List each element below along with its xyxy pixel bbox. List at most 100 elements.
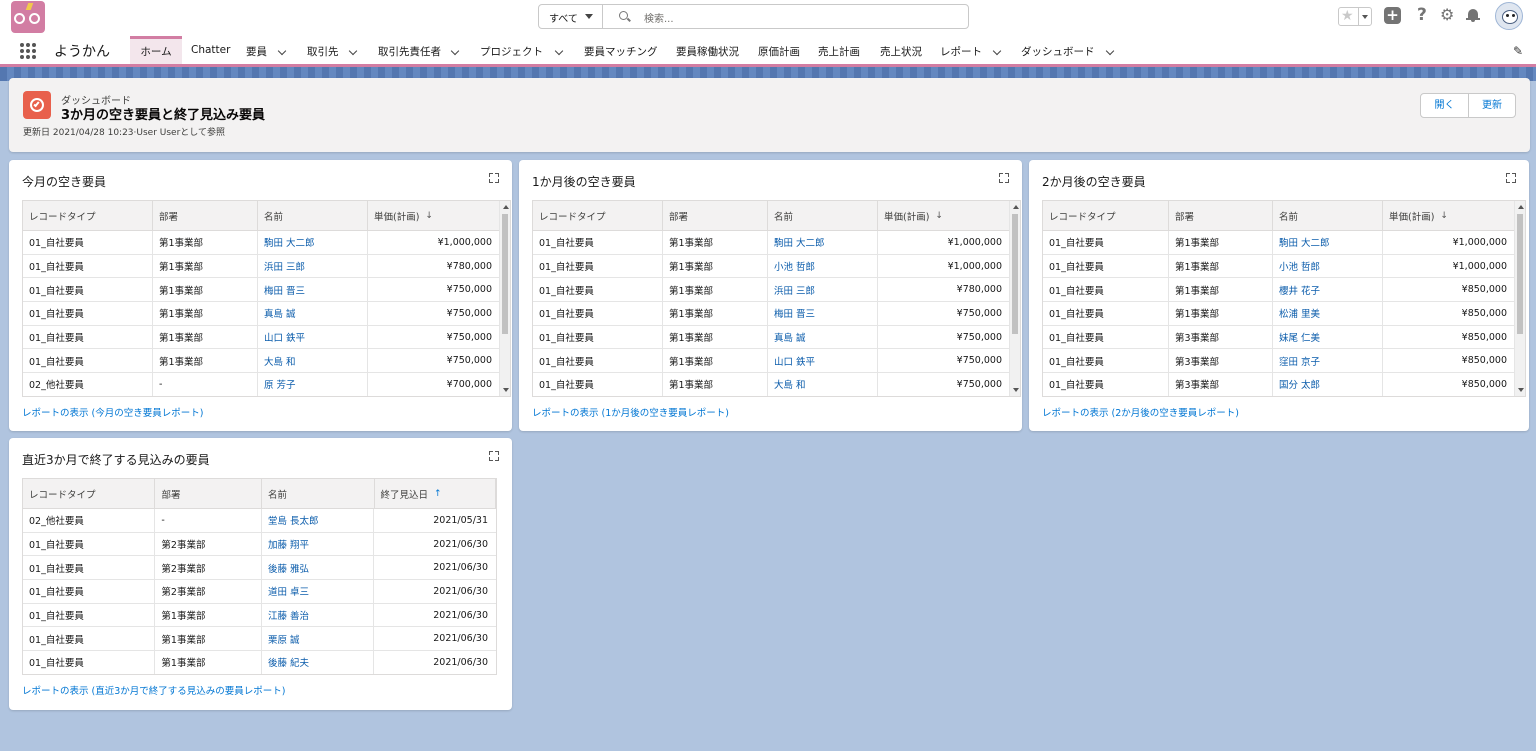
member-name-link[interactable]: 窪田 京子 — [1273, 349, 1383, 373]
nav-tab-projects[interactable]: プロジェクト — [480, 36, 566, 64]
expand-icon[interactable] — [999, 173, 1009, 183]
table-scrollbar[interactable] — [499, 201, 510, 396]
scrollbar-thumb[interactable] — [1517, 214, 1523, 334]
member-name-link[interactable]: 小池 哲郎 — [1273, 254, 1383, 278]
nav-tab-sales-status[interactable]: 売上状況 — [880, 36, 922, 64]
expand-icon[interactable] — [489, 173, 499, 183]
column-header[interactable]: 終了見込日 ↑ — [375, 479, 496, 508]
nav-tab-members[interactable]: 要員 — [246, 36, 292, 64]
global-actions-plus-icon[interactable]: + — [1384, 7, 1401, 24]
nav-tab-dashboards[interactable]: ダッシュボード — [1021, 36, 1117, 64]
favorites-button[interactable]: ★ — [1338, 7, 1372, 26]
member-name-link[interactable]: 真島 誠 — [768, 325, 878, 349]
member-name-link[interactable]: 江藤 善治 — [262, 603, 375, 627]
scrollbar-thumb[interactable] — [1012, 214, 1018, 334]
expand-icon[interactable] — [1506, 173, 1516, 183]
column-header[interactable]: 部署 — [663, 201, 768, 230]
view-report-link[interactable]: レポートの表示 (直近3か月で終了する見込みの要員レポート) — [22, 683, 285, 697]
member-name-link[interactable]: 駒田 大二郎 — [768, 231, 878, 254]
nav-tab-chatter[interactable]: Chatter — [191, 36, 230, 64]
chevron-down-icon[interactable] — [277, 46, 287, 56]
column-header[interactable]: 名前 — [258, 201, 368, 230]
column-header[interactable]: 名前 — [768, 201, 878, 230]
member-name-link[interactable]: 原 芳子 — [258, 373, 368, 396]
member-name-link[interactable]: 浜田 三郎 — [768, 278, 878, 302]
member-name-link[interactable]: 梅田 晋三 — [258, 278, 368, 302]
member-name-link[interactable]: 妹尾 仁美 — [1273, 325, 1383, 349]
nav-tab-contacts[interactable]: 取引先責任者 — [378, 36, 464, 64]
gear-icon[interactable]: ⚙ — [1440, 5, 1454, 24]
edit-nav-pencil-icon[interactable]: ✎ — [1513, 44, 1523, 58]
global-search[interactable]: すべて 検索... — [538, 4, 969, 29]
column-header[interactable]: レコードタイプ — [1043, 201, 1169, 230]
nav-tab-home[interactable]: ホーム — [130, 36, 182, 64]
member-name-link[interactable]: 小池 哲郎 — [768, 254, 878, 278]
member-name-link[interactable]: 駒田 大二郎 — [1273, 231, 1383, 254]
column-header[interactable]: 名前 — [1273, 201, 1383, 230]
nav-tab-member-matching[interactable]: 要員マッチング — [584, 36, 658, 64]
member-name-link[interactable]: 後藤 雅弘 — [262, 556, 375, 580]
member-name-link[interactable]: 櫻井 花子 — [1273, 278, 1383, 302]
refresh-button[interactable]: 更新 — [1468, 94, 1515, 117]
member-name-link[interactable]: 国分 太郎 — [1273, 373, 1383, 396]
nav-tab-cost-plan[interactable]: 原価計画 — [758, 36, 800, 64]
nav-tab-accounts[interactable]: 取引先 — [307, 36, 363, 64]
user-avatar[interactable] — [1495, 2, 1523, 30]
nav-tab-reports[interactable]: レポート — [940, 36, 1006, 64]
member-name-link[interactable]: 梅田 晋三 — [768, 302, 878, 325]
sort-descending-icon[interactable]: ↓ — [935, 211, 943, 221]
scroll-up-icon[interactable] — [503, 205, 509, 209]
column-header[interactable]: 部署 — [155, 479, 262, 508]
chevron-down-icon[interactable] — [348, 46, 358, 56]
sort-ascending-icon[interactable]: ↑ — [434, 489, 442, 499]
search-scope-select[interactable]: すべて — [539, 5, 603, 28]
scrollbar-thumb[interactable] — [502, 214, 508, 334]
column-header[interactable]: 単価(計画) ↓ — [878, 201, 1010, 230]
view-report-link[interactable]: レポートの表示 (2か月後の空き要員レポート) — [1042, 405, 1239, 419]
chevron-down-icon[interactable] — [992, 46, 1002, 56]
scroll-up-icon[interactable] — [1013, 205, 1019, 209]
notification-bell-icon[interactable] — [1466, 9, 1480, 22]
view-report-link[interactable]: レポートの表示 (1か月後の空き要員レポート) — [532, 405, 729, 419]
column-header[interactable]: 部署 — [153, 201, 258, 230]
app-logo[interactable] — [11, 1, 45, 33]
chevron-down-icon[interactable] — [450, 46, 460, 56]
column-header[interactable]: レコードタイプ — [533, 201, 663, 230]
nav-tab-member-utilization[interactable]: 要員稼働状況 — [676, 36, 739, 64]
column-header[interactable]: レコードタイプ — [23, 479, 156, 508]
column-header[interactable]: 部署 — [1169, 201, 1273, 230]
member-name-link[interactable]: 栗原 誠 — [262, 627, 375, 651]
search-input[interactable]: 検索... — [644, 10, 674, 25]
member-name-link[interactable]: 真島 誠 — [258, 302, 368, 325]
column-header[interactable]: レコードタイプ — [23, 201, 153, 230]
sort-descending-icon[interactable]: ↓ — [1440, 211, 1448, 221]
scroll-down-icon[interactable] — [1518, 388, 1524, 392]
member-name-link[interactable]: 山口 鉄平 — [768, 349, 878, 373]
scroll-down-icon[interactable] — [503, 388, 509, 392]
table-scrollbar[interactable] — [1514, 201, 1525, 396]
member-name-link[interactable]: 浜田 三郎 — [258, 254, 368, 278]
open-button[interactable]: 開く — [1421, 94, 1468, 117]
column-header[interactable]: 単価(計画) ↓ — [1383, 201, 1515, 230]
member-name-link[interactable]: 加藤 翔平 — [262, 532, 375, 556]
column-header[interactable]: 単価(計画) ↓ — [368, 201, 500, 230]
member-name-link[interactable]: 山口 鉄平 — [258, 325, 368, 349]
scroll-up-icon[interactable] — [1518, 205, 1524, 209]
member-name-link[interactable]: 堂島 長太郎 — [262, 509, 375, 532]
help-icon[interactable]: ? — [1417, 5, 1427, 25]
member-name-link[interactable]: 駒田 大二郎 — [258, 231, 368, 254]
favorites-dropdown-icon[interactable] — [1358, 8, 1371, 25]
expand-icon[interactable] — [489, 451, 499, 461]
member-name-link[interactable]: 後藤 紀夫 — [262, 651, 375, 674]
column-header[interactable]: 名前 — [262, 479, 375, 508]
member-name-link[interactable]: 松浦 里美 — [1273, 302, 1383, 325]
member-name-link[interactable]: 大島 和 — [258, 349, 368, 373]
app-launcher-icon[interactable] — [20, 43, 36, 59]
table-scrollbar[interactable] — [1009, 201, 1020, 396]
sort-descending-icon[interactable]: ↓ — [425, 211, 433, 221]
scroll-down-icon[interactable] — [1013, 388, 1019, 392]
chevron-down-icon[interactable] — [554, 46, 564, 56]
chevron-down-icon[interactable] — [1105, 46, 1115, 56]
member-name-link[interactable]: 大島 和 — [768, 373, 878, 396]
member-name-link[interactable]: 道田 卓三 — [262, 580, 375, 603]
